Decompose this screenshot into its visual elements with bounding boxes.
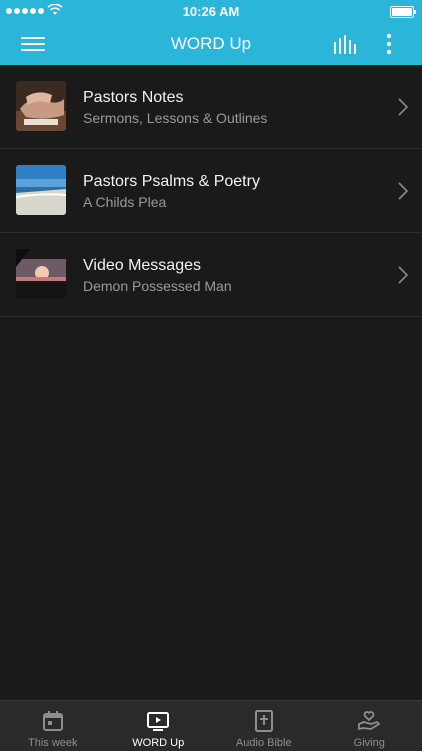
status-time: 10:26 AM xyxy=(0,4,422,19)
page-title: WORD Up xyxy=(100,34,322,54)
tab-label: Audio Bible xyxy=(211,737,317,749)
item-title: Video Messages xyxy=(83,257,201,275)
thumbnail-image xyxy=(16,249,66,299)
chevron-right-icon xyxy=(398,182,408,200)
app-header: 10:26 AM WORD Up xyxy=(0,0,422,65)
status-bar: 10:26 AM xyxy=(0,0,422,22)
giving-icon xyxy=(357,709,381,733)
more-vertical-icon[interactable] xyxy=(383,32,395,56)
tab-audio-bible[interactable]: Audio Bible xyxy=(211,701,317,751)
menu-icon[interactable] xyxy=(21,35,45,53)
item-subtitle: Demon Possessed Man xyxy=(83,278,232,294)
content-list: Pastors Notes Sermons, Lessons & Outline… xyxy=(0,65,422,317)
list-item-video-messages[interactable]: Video Messages Demon Possessed Man xyxy=(0,233,422,317)
list-item-pastors-notes[interactable]: Pastors Notes Sermons, Lessons & Outline… xyxy=(0,65,422,149)
chevron-right-icon xyxy=(398,266,408,284)
audio-bars-icon[interactable] xyxy=(333,34,357,54)
battery-icon xyxy=(390,6,414,18)
video-icon xyxy=(146,709,170,733)
tab-label: This week xyxy=(0,737,106,749)
thumbnail-image xyxy=(16,165,66,215)
item-title: Pastors Psalms & Poetry xyxy=(83,173,260,191)
thumbnail-image xyxy=(16,81,66,131)
nav-bar: WORD Up xyxy=(0,22,422,65)
chevron-right-icon xyxy=(398,98,408,116)
tab-this-week[interactable]: This week xyxy=(0,701,106,751)
tab-word-up[interactable]: WORD Up xyxy=(106,701,212,751)
tab-label: WORD Up xyxy=(106,737,212,749)
tab-label: Giving xyxy=(317,737,422,749)
item-title: Pastors Notes xyxy=(83,89,183,107)
calendar-icon xyxy=(41,709,65,733)
item-subtitle: Sermons, Lessons & Outlines xyxy=(83,110,267,126)
item-subtitle: A Childs Plea xyxy=(83,194,166,210)
list-item-pastors-psalms[interactable]: Pastors Psalms & Poetry A Childs Plea xyxy=(0,149,422,233)
tab-bar: This week WORD Up Audio Bible Giving xyxy=(0,700,422,751)
bible-icon xyxy=(252,709,276,733)
tab-giving[interactable]: Giving xyxy=(317,701,422,751)
